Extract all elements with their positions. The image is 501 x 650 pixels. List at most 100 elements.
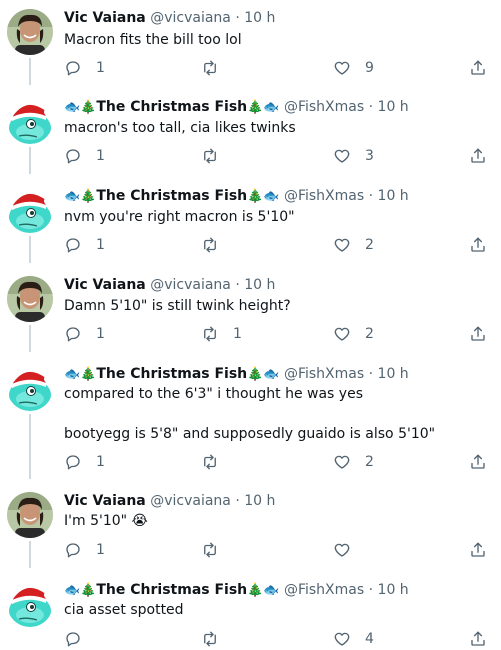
tweet-text: nvm you're right macron is 5'10" <box>64 209 295 225</box>
share-icon <box>469 630 487 648</box>
tweet-text: I'm 5'10" 😭 <box>64 513 148 529</box>
retweet-icon <box>201 147 219 165</box>
like-button[interactable]: 2 <box>333 451 374 473</box>
timestamp[interactable]: 10 h <box>378 582 409 598</box>
like-button[interactable]: 3 <box>333 145 374 167</box>
like-button[interactable]: 2 <box>333 234 374 256</box>
reply-button[interactable]: 1 <box>64 539 105 561</box>
share-button[interactable] <box>469 539 487 561</box>
name-emoji-left: 🐟🎄 <box>64 100 97 115</box>
avatar[interactable] <box>7 492 53 538</box>
retweet-button[interactable] <box>201 628 233 650</box>
retweet-icon <box>201 630 219 648</box>
name-emoji-left: 🐟🎄 <box>64 189 97 204</box>
timestamp[interactable]: 10 h <box>378 366 409 382</box>
like-count: 9 <box>365 60 374 76</box>
like-button[interactable]: 4 <box>333 628 374 650</box>
retweet-button[interactable] <box>201 234 233 256</box>
avatar[interactable] <box>7 187 53 233</box>
retweet-button[interactable]: 1 <box>201 323 242 345</box>
tweet-text: cia asset spotted <box>64 602 184 618</box>
author-handle: @FishXmas <box>283 582 365 598</box>
retweet-icon <box>201 541 219 559</box>
timestamp[interactable]: 10 h <box>378 99 409 115</box>
tweet-actions: 1 1 2 <box>64 323 494 345</box>
separator-dot: · <box>368 188 374 204</box>
heart-icon <box>333 541 351 559</box>
author-name[interactable]: Vic Vaiana <box>64 10 146 26</box>
reply-button[interactable]: 1 <box>64 323 105 345</box>
like-count: 4 <box>365 631 374 647</box>
tweet-actions: 1 <box>64 539 494 561</box>
avatar[interactable] <box>7 581 53 627</box>
timestamp[interactable]: 10 h <box>378 188 409 204</box>
retweet-button[interactable] <box>201 145 233 167</box>
retweet-button[interactable] <box>201 57 233 79</box>
separator-dot: · <box>368 582 374 598</box>
reply-icon <box>64 147 82 165</box>
tweet-text: Damn 5'10" is still twink height? <box>64 298 291 314</box>
thread-line <box>29 147 31 174</box>
share-button[interactable] <box>469 57 487 79</box>
reply-button[interactable]: 1 <box>64 234 105 256</box>
heart-icon <box>333 630 351 648</box>
reply-count: 1 <box>96 454 105 470</box>
author-name[interactable]: The Christmas Fish <box>96 366 247 382</box>
like-count: 2 <box>365 237 374 253</box>
share-icon <box>469 236 487 254</box>
reply-button[interactable]: 1 <box>64 57 105 79</box>
thread-line <box>29 58 31 85</box>
tweet-text: macron's too tall, cia likes twinks <box>64 120 296 136</box>
tweet-actions: 1 2 <box>64 234 494 256</box>
share-button[interactable] <box>469 628 487 650</box>
reply-button[interactable]: 1 <box>64 145 105 167</box>
tweet-actions: 1 9 <box>64 57 494 79</box>
share-button[interactable] <box>469 323 487 345</box>
reply-button[interactable] <box>64 628 96 650</box>
tweet-actions: 1 2 <box>64 451 494 473</box>
author-handle: @FishXmas <box>283 188 365 204</box>
avatar[interactable] <box>7 365 53 411</box>
name-emoji-right: 🎄🐟 <box>247 100 280 115</box>
tweet-actions: 4 <box>64 628 494 650</box>
reply-count: 1 <box>96 60 105 76</box>
retweet-button[interactable] <box>201 539 233 561</box>
reply-icon <box>64 236 82 254</box>
share-button[interactable] <box>469 234 487 256</box>
retweet-icon <box>201 453 219 471</box>
retweet-icon <box>201 325 219 343</box>
author-handle: @vicvaiana <box>150 277 231 293</box>
like-count: 2 <box>365 326 374 342</box>
reply-icon <box>64 59 82 77</box>
timestamp[interactable]: 10 h <box>244 10 275 26</box>
author-handle: @vicvaiana <box>150 10 231 26</box>
tweet-header: Vic Vaiana @vicvaiana · 10 h <box>64 8 275 28</box>
like-button[interactable]: 2 <box>333 323 374 345</box>
share-button[interactable] <box>469 145 487 167</box>
share-icon <box>469 59 487 77</box>
author-name[interactable]: Vic Vaiana <box>64 277 146 293</box>
avatar[interactable] <box>7 276 53 322</box>
reply-icon <box>64 325 82 343</box>
author-handle: @FishXmas <box>283 99 365 115</box>
tweet-header: Vic Vaiana @vicvaiana · 10 h <box>64 491 275 511</box>
reply-button[interactable]: 1 <box>64 451 105 473</box>
avatar[interactable] <box>7 9 53 55</box>
author-name[interactable]: Vic Vaiana <box>64 493 146 509</box>
like-button[interactable]: 9 <box>333 57 374 79</box>
timestamp[interactable]: 10 h <box>244 493 275 509</box>
retweet-button[interactable] <box>201 451 233 473</box>
tweet-text: Macron fits the bill too lol <box>64 32 242 48</box>
like-count: 2 <box>365 454 374 470</box>
share-icon <box>469 325 487 343</box>
share-button[interactable] <box>469 451 487 473</box>
reply-count: 1 <box>96 148 105 164</box>
author-name[interactable]: The Christmas Fish <box>96 188 247 204</box>
timestamp[interactable]: 10 h <box>244 277 275 293</box>
avatar[interactable] <box>7 98 53 144</box>
tweet-header: 🐟🎄The Christmas Fish🎄🐟 @FishXmas · 10 h <box>64 186 409 207</box>
author-name[interactable]: The Christmas Fish <box>96 99 247 115</box>
author-name[interactable]: The Christmas Fish <box>96 582 247 598</box>
share-icon <box>469 541 487 559</box>
like-button[interactable] <box>333 539 365 561</box>
